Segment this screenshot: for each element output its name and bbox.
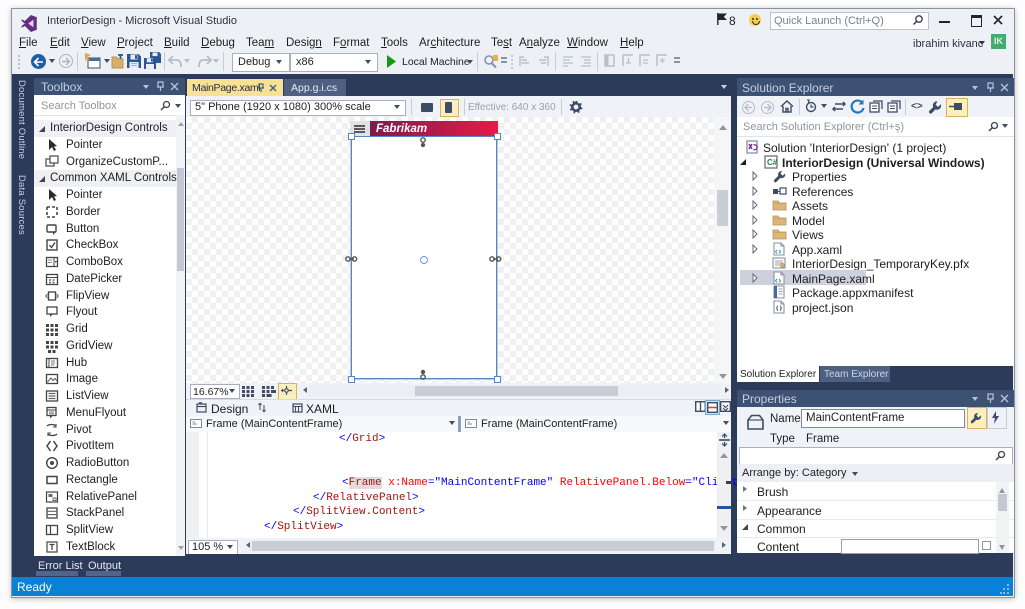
svg-text:C#: C#	[767, 158, 778, 167]
